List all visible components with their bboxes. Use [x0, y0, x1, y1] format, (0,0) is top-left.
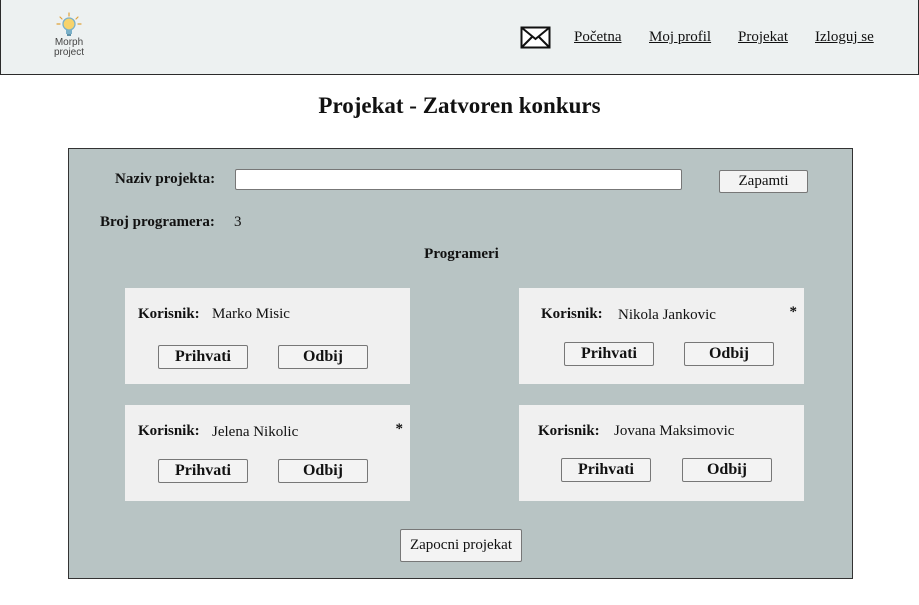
programmer-card: Korisnik: Jovana Maksimovic Prihvati Odb…: [519, 405, 804, 501]
marked-indicator: *: [789, 304, 798, 320]
user-name: Marko Misic: [212, 306, 290, 322]
nav-link-pocetna[interactable]: Početna: [574, 29, 621, 46]
programmer-count-value: 3: [234, 214, 242, 230]
accept-button[interactable]: Prihvati: [561, 458, 651, 482]
programmer-card: Korisnik: Nikola Jankovic * Prihvati Odb…: [519, 288, 804, 384]
programmer-card: Korisnik: Jelena Nikolic * Prihvati Odbi…: [125, 405, 410, 501]
accept-button[interactable]: Prihvati: [158, 345, 248, 369]
project-panel: Naziv projekta: Zapamti Broj programera:…: [68, 148, 853, 579]
user-label: Korisnik:: [541, 306, 603, 322]
morph-project-logo[interactable]: Morph project: [47, 12, 91, 64]
programmers-section-title: Programeri: [424, 246, 499, 262]
nav-link-moj-profil[interactable]: Moj profil: [649, 29, 711, 46]
page-title: Projekat - Zatvoren konkurs: [318, 93, 601, 118]
lightbulb-icon: [56, 12, 82, 36]
nav-link-projekat[interactable]: Projekat: [738, 29, 788, 46]
user-name: Jelena Nikolic: [212, 424, 299, 440]
top-navbar: Morph project Početna Moj profil Projeka…: [0, 0, 919, 75]
user-name: Jovana Maksimovic: [614, 423, 735, 439]
programmer-count-label: Broj programera:: [100, 214, 215, 230]
mail-icon[interactable]: [520, 26, 551, 49]
nav-link-izloguj-se[interactable]: Izloguj se: [815, 29, 874, 46]
user-label: Korisnik:: [138, 306, 200, 322]
accept-button[interactable]: Prihvati: [158, 459, 248, 483]
user-label: Korisnik:: [538, 423, 600, 439]
project-name-input[interactable]: [235, 169, 682, 190]
user-name: Nikola Jankovic: [618, 307, 716, 323]
start-project-button[interactable]: Zapocni projekat: [400, 529, 522, 562]
reject-button[interactable]: Odbij: [278, 459, 368, 483]
reject-button[interactable]: Odbij: [684, 342, 774, 366]
marked-indicator: *: [395, 421, 404, 437]
project-name-label: Naziv projekta:: [115, 171, 216, 187]
programmer-card: Korisnik: Marko Misic Prihvati Odbij: [125, 288, 410, 384]
save-button[interactable]: Zapamti: [719, 170, 808, 193]
accept-button[interactable]: Prihvati: [564, 342, 654, 366]
reject-button[interactable]: Odbij: [278, 345, 368, 369]
logo-text-line2: project: [53, 47, 84, 58]
reject-button[interactable]: Odbij: [682, 458, 772, 482]
user-label: Korisnik:: [138, 423, 200, 439]
